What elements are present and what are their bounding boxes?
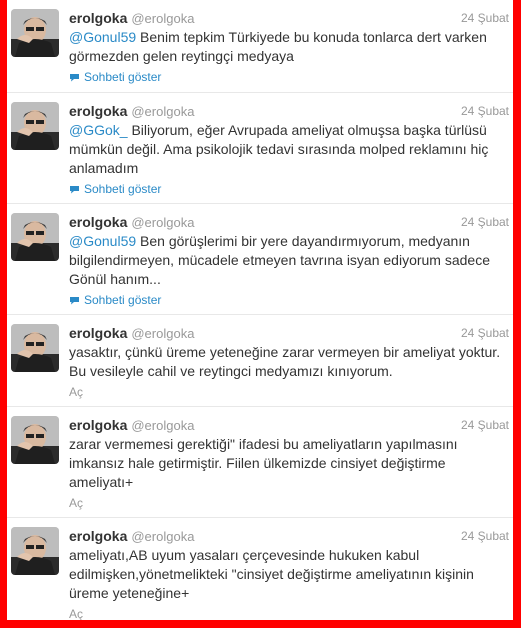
tweet-item[interactable]: erolgoka @erolgoka 24 Şubat @Gonul59 Ben … xyxy=(7,204,513,315)
action-label: Aç xyxy=(69,496,84,510)
avatar[interactable] xyxy=(11,213,59,261)
author-handle[interactable]: @erolgoka xyxy=(131,326,194,341)
author-name[interactable]: erolgoka xyxy=(69,528,127,544)
action-label: Aç xyxy=(69,385,84,399)
tweet-text: zarar vermemesi gerektiği" ifadesi bu am… xyxy=(69,435,513,492)
author-name[interactable]: erolgoka xyxy=(69,103,127,119)
avatar[interactable] xyxy=(11,102,59,150)
author-name[interactable]: erolgoka xyxy=(69,214,127,230)
author-handle[interactable]: @erolgoka xyxy=(131,418,194,433)
expand-link[interactable]: Aç xyxy=(69,495,513,511)
tweet-timestamp[interactable]: 24 Şubat xyxy=(461,101,509,121)
action-label: Sohbeti göster xyxy=(84,293,162,307)
show-conversation-link[interactable]: Sohbeti göster xyxy=(69,69,513,85)
author-name[interactable]: erolgoka xyxy=(69,10,127,26)
tweet-item[interactable]: erolgoka @erolgoka 24 Şubat @GGok_ Biliyo… xyxy=(7,93,513,204)
expand-link[interactable]: Aç xyxy=(69,606,513,620)
tweet-text: yasaktır, çünkü üreme yeteneğine zarar v… xyxy=(69,343,513,381)
action-label: Sohbeti göster xyxy=(84,182,162,196)
expand-link[interactable]: Aç xyxy=(69,384,513,400)
author-name[interactable]: erolgoka xyxy=(69,417,127,433)
speech-bubble-icon xyxy=(70,186,79,194)
speech-bubble-icon xyxy=(70,297,79,305)
show-conversation-link[interactable]: Sohbeti göster xyxy=(69,181,513,197)
mention-link[interactable]: @Gonul59 xyxy=(69,29,136,45)
tweet-timestamp[interactable]: 24 Şubat xyxy=(461,212,509,232)
author-handle[interactable]: @erolgoka xyxy=(131,11,194,26)
tweet-timeline: erolgoka @erolgoka 24 Şubat @Gonul59 Beni… xyxy=(7,0,513,620)
tweet-text: ameliyatı,AB uyum yasaları çerçevesinde … xyxy=(69,546,513,603)
mention-link[interactable]: @Gonul59 xyxy=(69,233,136,249)
action-label: Aç xyxy=(69,607,84,620)
avatar[interactable] xyxy=(11,324,59,372)
avatar[interactable] xyxy=(11,527,59,575)
mention-link[interactable]: @GGok_ xyxy=(69,122,128,138)
tweet-item[interactable]: erolgoka @erolgoka 24 Şubat zarar vermeme… xyxy=(7,407,513,518)
action-label: Sohbeti göster xyxy=(84,70,162,84)
tweet-text: @GGok_ Biliyorum, eğer Avrupada ameliyat… xyxy=(69,121,513,178)
tweet-text: @Gonul59 Ben görüşlerimi bir yere dayand… xyxy=(69,232,513,289)
author-handle[interactable]: @erolgoka xyxy=(131,104,194,119)
author-handle[interactable]: @erolgoka xyxy=(131,215,194,230)
tweet-timestamp[interactable]: 24 Şubat xyxy=(461,8,509,28)
tweet-body: Biliyorum, eğer Avrupada ameliyat olmuşs… xyxy=(69,122,489,176)
tweet-body: yasaktır, çünkü üreme yeteneğine zarar v… xyxy=(69,344,501,379)
tweet-text: @Gonul59 Benim tepkim Türkiyede bu konud… xyxy=(69,28,513,66)
tweet-item[interactable]: erolgoka @erolgoka 24 Şubat ameliyatı,AB … xyxy=(7,518,513,620)
show-conversation-link[interactable]: Sohbeti göster xyxy=(69,292,513,308)
tweet-body: zarar vermemesi gerektiği" ifadesi bu am… xyxy=(69,436,458,490)
author-handle[interactable]: @erolgoka xyxy=(131,529,194,544)
tweet-body: ameliyatı,AB uyum yasaları çerçevesinde … xyxy=(69,547,474,601)
tweet-item[interactable]: erolgoka @erolgoka 24 Şubat yasaktır, çün… xyxy=(7,315,513,407)
author-name[interactable]: erolgoka xyxy=(69,325,127,341)
avatar[interactable] xyxy=(11,416,59,464)
tweet-timestamp[interactable]: 24 Şubat xyxy=(461,526,509,546)
tweet-timestamp[interactable]: 24 Şubat xyxy=(461,323,509,343)
tweet-timestamp[interactable]: 24 Şubat xyxy=(461,415,509,435)
tweet-item[interactable]: erolgoka @erolgoka 24 Şubat @Gonul59 Beni… xyxy=(7,0,513,93)
avatar[interactable] xyxy=(11,9,59,57)
speech-bubble-icon xyxy=(70,74,79,82)
